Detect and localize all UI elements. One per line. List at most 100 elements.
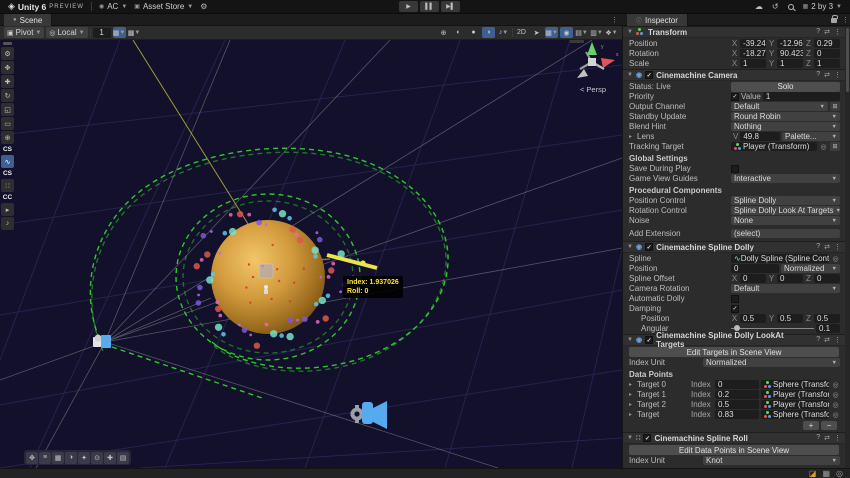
gizmos-icon[interactable]: ❖ ▼ bbox=[605, 27, 618, 38]
planet-sphere[interactable] bbox=[193, 207, 349, 349]
asset-store-menu[interactable]: ▣ Asset Store ▼ bbox=[134, 2, 193, 11]
target1-object-field[interactable]: Player (Transform) bbox=[761, 390, 829, 399]
component-enabled-checkbox[interactable]: ✓ bbox=[645, 71, 654, 79]
cloud-icon[interactable]: ☁ bbox=[755, 2, 763, 11]
step-button[interactable]: ▶▌ bbox=[441, 1, 460, 12]
transform-header[interactable]: ▼ Transform ? ⇄ ⋮ bbox=[623, 26, 845, 38]
component-filter-icon[interactable]: ▤ ▼ bbox=[575, 27, 588, 38]
object-picker-icon[interactable]: ◎ bbox=[831, 391, 840, 399]
target0-object-field[interactable]: Sphere (Transform) bbox=[761, 380, 829, 389]
target2-index-field[interactable]: 0.5 bbox=[715, 400, 759, 409]
add-extension-dropdown[interactable]: (select) bbox=[731, 229, 840, 238]
priority-value-field[interactable]: 1 bbox=[762, 92, 840, 101]
cinemachine-camera-header[interactable]: ▼ ◉ ✓ Cinemachine Camera ? ⇄ ⋮ bbox=[623, 69, 845, 81]
grid-overlay-icon[interactable]: ▦ bbox=[52, 451, 64, 464]
scrollbar-thumb[interactable] bbox=[846, 28, 849, 92]
lens-fov-field[interactable]: 49.8 bbox=[740, 132, 780, 141]
component-enabled-checkbox[interactable]: ✓ bbox=[643, 434, 652, 442]
slider-thumb[interactable] bbox=[734, 325, 740, 331]
component-enabled-checkbox[interactable]: ✓ bbox=[645, 336, 654, 344]
cinemachine-brain-icon[interactable] bbox=[350, 401, 388, 429]
search-overlay-icon[interactable]: ⊙ bbox=[91, 451, 103, 464]
player-cube[interactable] bbox=[258, 263, 274, 279]
scale-y-field[interactable]: 1 bbox=[777, 59, 803, 68]
roll-index-unit-dropdown[interactable]: Knot ▼ bbox=[703, 456, 840, 465]
standby-update-dropdown[interactable]: Round Robin ▼ bbox=[731, 112, 840, 121]
hand-tool-button[interactable]: ✥ bbox=[1, 61, 14, 74]
overlay-drag-handle[interactable] bbox=[3, 42, 12, 45]
blend-hint-dropdown[interactable]: Nothing ▼ bbox=[731, 122, 840, 131]
scale-tool-button[interactable]: ◱ bbox=[1, 103, 14, 116]
grid-snap-button[interactable]: ▦ ▼ bbox=[112, 27, 126, 38]
automatic-dolly-checkbox[interactable] bbox=[731, 294, 739, 303]
snap-increment-button[interactable]: ▩ ▼ bbox=[128, 27, 141, 38]
component-enabled-checkbox[interactable]: ✓ bbox=[645, 243, 654, 251]
spline-object-field[interactable]: ∿Dolly Spline (Spline Container) bbox=[731, 254, 829, 263]
offset-y-field[interactable]: 0 bbox=[777, 274, 803, 283]
effects-overlay-icon[interactable]: ✦ bbox=[78, 451, 90, 464]
kebab-icon[interactable]: ⋮ bbox=[834, 71, 841, 79]
tracking-target-field[interactable]: Player (Transform) bbox=[731, 142, 817, 151]
camera-speed-icon[interactable]: ➤ bbox=[530, 27, 543, 38]
inspector-lock-icon[interactable] bbox=[831, 15, 838, 25]
presets-icon[interactable]: ⇄ bbox=[824, 71, 830, 79]
solo-button[interactable]: Solo bbox=[731, 81, 840, 92]
activity-icon[interactable]: ◪ bbox=[809, 469, 817, 478]
target3-object-field[interactable]: Sphere (Transform) bbox=[761, 410, 829, 419]
game-view-guides-dropdown[interactable]: Interactive ▼ bbox=[731, 174, 840, 183]
target3-index-field[interactable]: 0.83 bbox=[715, 410, 759, 419]
offset-x-field[interactable]: 0 bbox=[740, 274, 766, 283]
spline-edit-tool-button[interactable]: ∿ bbox=[1, 155, 14, 168]
foldout-icon[interactable]: ▼ bbox=[627, 337, 633, 343]
move-overlay-icon[interactable]: ✥ bbox=[26, 451, 38, 464]
object-picker-icon[interactable]: ◎ bbox=[831, 255, 840, 263]
player-figure[interactable] bbox=[264, 285, 268, 289]
scale-z-field[interactable]: 1 bbox=[814, 59, 840, 68]
rect-tool-button[interactable]: ▭ bbox=[1, 117, 14, 130]
camera-rotation-dropdown[interactable]: Default ▼ bbox=[731, 284, 840, 293]
tracking-settings-button[interactable]: ⊞ bbox=[830, 142, 840, 151]
hierarchy-overlay-icon[interactable]: ≡ bbox=[39, 451, 51, 464]
scene-pane-menu-icon[interactable]: ⋮ bbox=[611, 16, 618, 24]
angular-damping-slider[interactable] bbox=[731, 324, 814, 333]
presets-icon[interactable]: ⇄ bbox=[824, 243, 830, 251]
scene-visibility-icon[interactable]: ◉ bbox=[560, 27, 573, 38]
tab-scene[interactable]: ● Scene bbox=[4, 14, 53, 26]
edit-data-points-button[interactable]: Edit Data Points in Scene View bbox=[629, 445, 839, 455]
lighting-overlay-icon[interactable]: ◑ bbox=[65, 451, 77, 464]
play-button[interactable]: ▶ bbox=[399, 1, 418, 12]
preferences-gear-icon[interactable]: ⚙ bbox=[200, 2, 207, 11]
foldout-icon[interactable]: ▼ bbox=[627, 72, 633, 78]
foldout-icon[interactable]: ▼ bbox=[627, 29, 633, 35]
wireframe-mode-icon[interactable]: ◐ bbox=[452, 27, 465, 38]
2d-toggle[interactable]: 2D bbox=[515, 27, 528, 38]
object-picker-icon[interactable]: ◎ bbox=[831, 401, 840, 409]
lens-preset-dropdown[interactable]: Palette... ▼ bbox=[782, 132, 840, 141]
target0-index-field[interactable]: 0 bbox=[715, 380, 759, 389]
layout-dropdown[interactable]: ▦ 2 by 3 ▼ bbox=[803, 2, 842, 11]
presets-icon[interactable]: ⇄ bbox=[824, 336, 830, 344]
help-icon[interactable]: ? bbox=[816, 28, 820, 36]
help-icon[interactable]: ? bbox=[816, 243, 820, 251]
scene-3d-canvas[interactable]: y x bbox=[0, 40, 622, 468]
spline-roll-header[interactable]: ▼ ∷ ✓ Cinemachine Spline Roll ? ⇄ ⋮ bbox=[623, 432, 845, 444]
search-icon[interactable] bbox=[787, 3, 794, 10]
help-icon[interactable]: ? bbox=[816, 336, 820, 344]
rotate-tool-button[interactable]: ↻ bbox=[1, 89, 14, 102]
cache-icon[interactable]: ▦ bbox=[822, 469, 830, 478]
camera-settings-icon[interactable]: ▦ ▼ bbox=[545, 27, 558, 38]
noise-dropdown[interactable]: None ▼ bbox=[731, 216, 840, 225]
scale-x-field[interactable]: 1 bbox=[740, 59, 766, 68]
audio-tool-button[interactable]: ♪ bbox=[1, 217, 14, 230]
position-control-dropdown[interactable]: Spline Dolly ▼ bbox=[731, 196, 840, 205]
grid-size-field[interactable]: 1 bbox=[92, 27, 111, 38]
damping-x-field[interactable]: 0.5 bbox=[740, 314, 766, 323]
object-picker-icon[interactable]: ◎ bbox=[831, 411, 840, 419]
rotation-x-field[interactable]: -18.277 bbox=[740, 49, 766, 58]
kebab-icon[interactable]: ⋮ bbox=[834, 28, 841, 36]
rotation-y-field[interactable]: 90.423 bbox=[777, 49, 803, 58]
help-icon[interactable]: ? bbox=[816, 71, 820, 79]
spline-points-tool-button[interactable]: ∷ bbox=[1, 179, 14, 192]
layers-overlay-icon[interactable]: ▤ bbox=[117, 451, 129, 464]
transform-tool-button[interactable]: ⊕ bbox=[1, 131, 14, 144]
